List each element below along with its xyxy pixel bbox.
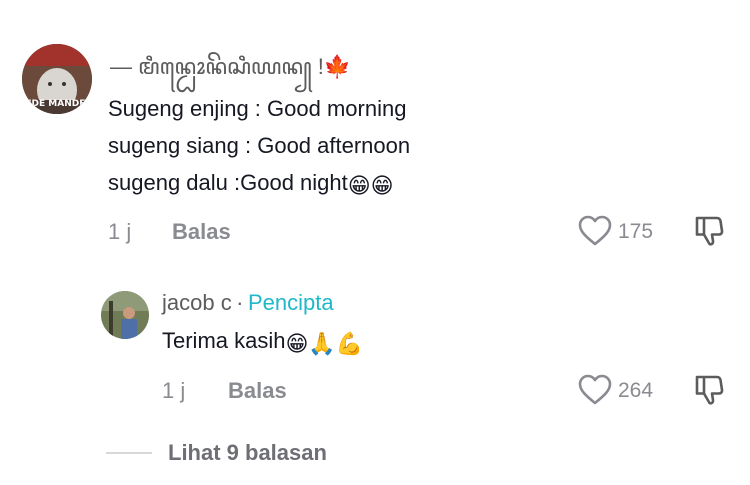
creator-badge: Pencipta: [247, 290, 334, 315]
reply-header: jacob c · Pencipta: [162, 290, 334, 316]
comment-line: sugeng siang : Good afternoon: [108, 133, 411, 158]
avatar-caption: NDE MANDE: [24, 99, 86, 109]
reply-text-line: Terima kasih😁🙏💪: [162, 323, 363, 362]
comment-line: Sugeng enjing : Good morning: [108, 96, 407, 121]
comment-line-text: sugeng dalu :Good night: [108, 170, 348, 195]
reply-emoji: 😁🙏💪: [285, 331, 364, 356]
heart-icon: [578, 374, 612, 405]
reply-avatar[interactable]: [101, 291, 149, 339]
separator-dot: ·: [236, 290, 244, 315]
view-replies-button[interactable]: Lihat 9 balasan: [168, 440, 327, 466]
commenter-avatar[interactable]: NDE MANDE: [22, 44, 92, 114]
reply-author[interactable]: jacob c: [162, 290, 232, 315]
reply-like-button[interactable]: [578, 374, 612, 406]
dislike-icon: [695, 375, 724, 405]
comment-time: 1 j: [108, 219, 132, 244]
reply-like-count: 264: [618, 379, 654, 402]
view-replies-divider: [106, 452, 152, 454]
dislike-button[interactable]: [694, 215, 724, 247]
comment-line: sugeng dalu :Good night😁😁: [108, 165, 394, 204]
grin-emoji: 😁😁: [347, 173, 394, 198]
dislike-icon: [695, 216, 724, 246]
reply-button[interactable]: Balas: [172, 219, 231, 245]
like-button[interactable]: [578, 215, 612, 247]
comment-author[interactable]: — ꦩꦶꦤ꧀ꦝꦺꦴꦤꦼꦱꦶꦪꦤ꧀ !🍁: [110, 50, 351, 95]
reply-dislike-button[interactable]: [694, 374, 724, 406]
reply-reply-button[interactable]: Balas: [228, 378, 287, 404]
reply-time: 1 j: [162, 378, 186, 403]
reply-text: Terima kasih: [162, 328, 286, 353]
heart-icon: [578, 215, 612, 246]
person-avatar-image: [101, 291, 149, 339]
like-count: 175: [618, 220, 654, 243]
